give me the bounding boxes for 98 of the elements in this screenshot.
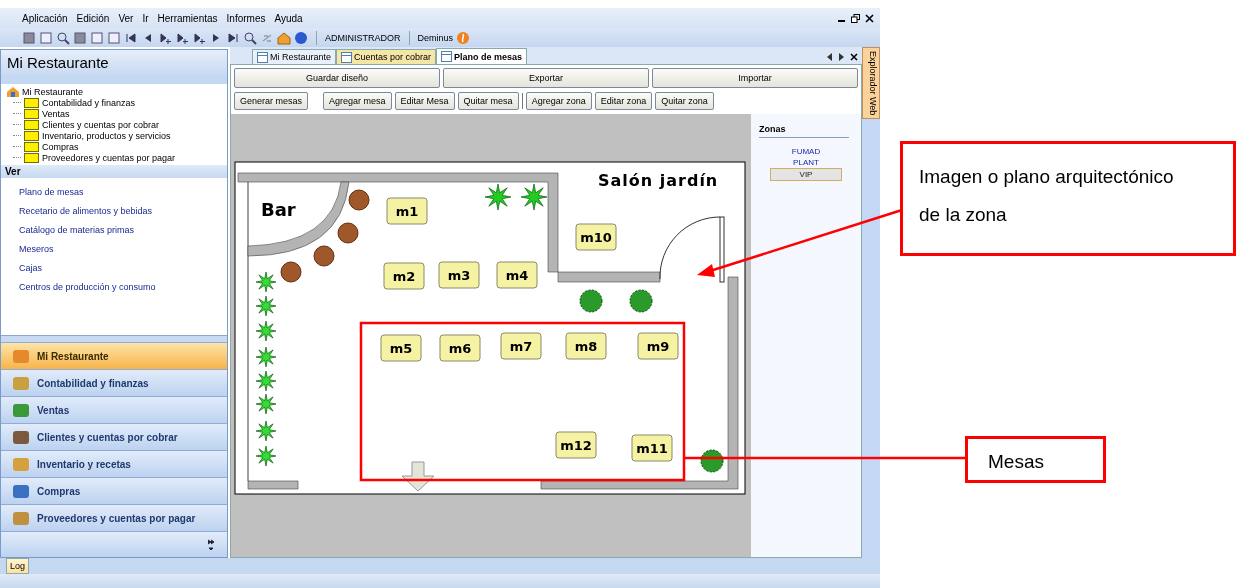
shrub-icon: [629, 289, 653, 313]
table-marker[interactable]: m3: [438, 261, 480, 289]
nav-button[interactable]: Clientes y cuentas por cobrar: [1, 423, 227, 450]
document-tab[interactable]: Mi Restaurante: [252, 49, 337, 64]
table-marker[interactable]: m7: [500, 332, 542, 360]
scroll-right-icon[interactable]: [838, 53, 845, 61]
tool-button[interactable]: Editar Mesa: [394, 92, 455, 110]
side-tab[interactable]: Explorador Web: [862, 47, 880, 120]
company-label: Deminus: [417, 32, 454, 43]
chevron-icon[interactable]: [207, 538, 215, 551]
nav-button[interactable]: Ventas: [1, 396, 227, 423]
shrub-icon: [579, 289, 603, 313]
zone-item[interactable]: FUMAD: [771, 146, 841, 157]
stool-icon: [337, 222, 359, 244]
table-marker[interactable]: m8: [565, 332, 607, 360]
plant-icon: [255, 320, 277, 342]
nav-button[interactable]: Proveedores y cuentas por pagar: [1, 504, 227, 531]
table-marker[interactable]: m12: [555, 431, 597, 459]
sidebar-link[interactable]: Catálogo de materias primas: [19, 225, 227, 235]
callout-text: Mesas: [988, 451, 1044, 472]
stool-icon: [313, 245, 335, 267]
plant-icon: [255, 393, 277, 415]
table-marker[interactable]: m1: [386, 197, 428, 225]
stool-icon: [348, 189, 370, 211]
table-marker[interactable]: m9: [637, 332, 679, 360]
tree-item[interactable]: Ventas: [42, 108, 70, 119]
plant-icon: [520, 183, 548, 211]
nav-button[interactable]: Inventario y recetas: [1, 450, 227, 477]
zones-title: Zonas: [759, 124, 849, 138]
action-button[interactable]: Exportar: [443, 68, 649, 88]
callout-text: Imagen o plano arquitectónico de la zona: [919, 165, 1174, 227]
tree-item[interactable]: Proveedores y cuentas por pagar: [42, 152, 176, 163]
menu-item[interactable]: Ver: [118, 12, 134, 24]
zone-item[interactable]: PLANT: [771, 157, 841, 168]
sidebar-link[interactable]: Cajas: [19, 263, 227, 273]
bar-label: Bar: [261, 199, 296, 220]
zone-item[interactable]: VIP: [770, 168, 842, 181]
sidebar-link[interactable]: Meseros: [19, 244, 227, 254]
search-icon[interactable]: [243, 30, 257, 45]
tool-button[interactable]: Quitar mesa: [457, 92, 519, 110]
table-marker[interactable]: m4: [496, 261, 538, 289]
action-button[interactable]: Guardar diseño: [234, 68, 440, 88]
section-header: Ver: [1, 165, 227, 178]
stool-icon: [280, 261, 302, 283]
menu-item[interactable]: Aplicación: [22, 12, 68, 24]
home-icon[interactable]: [277, 30, 291, 45]
menu-item[interactable]: Informes: [226, 12, 266, 24]
shrub-icon: [700, 449, 724, 473]
plant-icon: [255, 295, 277, 317]
add-icon[interactable]: [158, 30, 172, 45]
menu-item[interactable]: Ayuda: [274, 12, 303, 24]
table-marker[interactable]: m11: [631, 434, 673, 462]
tool-button[interactable]: Quitar zona: [655, 92, 714, 110]
scroll-left-icon[interactable]: [826, 53, 833, 61]
tree-item[interactable]: Contabilidad y finanzas: [42, 97, 136, 108]
user-label: ADMINISTRADOR: [325, 32, 401, 43]
last-icon[interactable]: [226, 30, 240, 45]
nav-button[interactable]: Contabilidad y finanzas: [1, 369, 227, 396]
tool-button[interactable]: Editar zona: [594, 92, 653, 110]
table-marker[interactable]: m10: [575, 223, 617, 251]
tool-button[interactable]: Agregar mesa: [323, 92, 392, 110]
plant-icon: [255, 445, 277, 467]
close-icon[interactable]: [850, 53, 858, 61]
first-icon[interactable]: [124, 30, 138, 45]
restore-icon[interactable]: [851, 13, 860, 23]
plant-icon: [255, 346, 277, 368]
zone-title: Salón jardín: [598, 171, 719, 190]
tree-item[interactable]: Mi Restaurante: [22, 86, 84, 97]
document-tab[interactable]: Cuentas por cobrar: [336, 49, 437, 64]
menu-item[interactable]: Edición: [76, 12, 110, 24]
panel-title: Mi Restaurante: [1, 50, 227, 75]
nav-button[interactable]: Mi Restaurante: [1, 342, 227, 369]
menu-item[interactable]: Herramientas: [157, 12, 218, 24]
plant-icon: [255, 420, 277, 442]
log-tab[interactable]: Log: [6, 558, 30, 574]
table-marker[interactable]: m2: [383, 262, 425, 290]
nav-button[interactable]: Compras: [1, 477, 227, 504]
plant-icon: [484, 183, 512, 211]
menu-item[interactable]: Ir: [142, 12, 149, 24]
tree-item[interactable]: Inventario, productos y servicios: [42, 130, 171, 141]
tree-item[interactable]: Compras: [42, 141, 79, 152]
close-icon[interactable]: [865, 13, 874, 23]
action-button[interactable]: Importar: [652, 68, 858, 88]
document-tab[interactable]: Plano de mesas: [436, 48, 528, 64]
sidebar-link[interactable]: Centros de producción y consumo: [19, 282, 227, 292]
table-marker[interactable]: m5: [380, 334, 422, 362]
down-arrow-icon: [401, 461, 435, 492]
plant-icon: [255, 271, 277, 293]
tool-button[interactable]: Generar mesas: [234, 92, 309, 110]
sidebar-link[interactable]: Plano de mesas: [19, 187, 227, 197]
door-drawing: [659, 216, 725, 283]
sidebar-link[interactable]: Recetario de alimentos y bebidas: [19, 206, 227, 216]
tool-button[interactable]: Agregar zona: [525, 92, 592, 110]
table-marker[interactable]: m6: [439, 334, 481, 362]
plant-icon: [255, 370, 277, 392]
grid-icon: [441, 51, 453, 62]
magnifier-icon[interactable]: [56, 30, 70, 45]
tree-item[interactable]: Clientes y cuentas por cobrar: [42, 119, 160, 130]
